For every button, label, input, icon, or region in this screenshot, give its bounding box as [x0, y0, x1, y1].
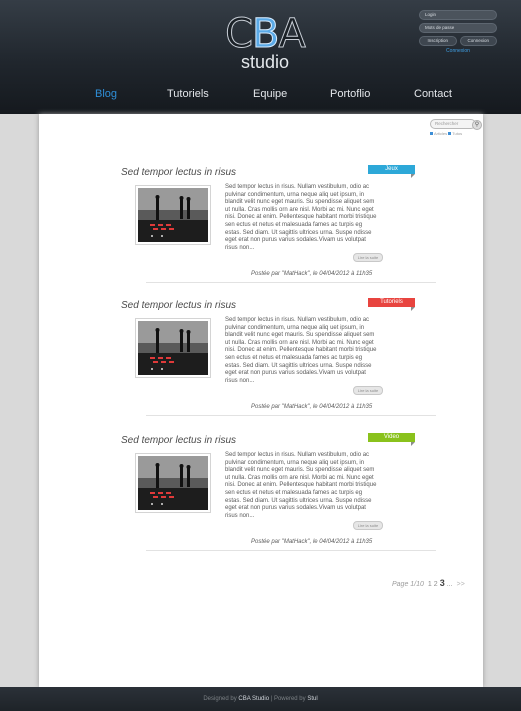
footer-brand-link[interactable]: CBA Studio — [238, 696, 269, 702]
post-category-tag[interactable]: Video — [368, 433, 415, 446]
search-input[interactable]: Rechercher — [430, 119, 476, 129]
post-image — [138, 188, 208, 242]
page-link[interactable]: 2 — [434, 581, 438, 588]
login-box: Login Mots de passe Inscription Connexio… — [419, 10, 497, 54]
post-category-tag[interactable]: Tutoriels — [368, 298, 415, 311]
nav-item-tutoriels[interactable]: Tutoriels — [167, 88, 209, 100]
site-footer: Designed by CBA Studio | Powered by Stul — [0, 687, 521, 711]
site-header: CBA studio Login Mots de passe Inscripti… — [0, 0, 521, 114]
password-field[interactable]: Mots de passe — [419, 23, 497, 33]
login-actions: Inscription Connexion — [419, 36, 497, 46]
post-category-tag[interactable]: Jeux — [368, 165, 415, 178]
register-button[interactable]: Inscription — [419, 36, 457, 46]
post-title[interactable]: Sed tempor lectus in risus — [121, 167, 236, 178]
search-box: Rechercher ⚲ Articles Tutos — [430, 119, 482, 136]
radio-icon[interactable] — [430, 132, 433, 136]
post-excerpt: Sed tempor lectus in risus. Nullam vesti… — [225, 452, 377, 519]
post-image — [138, 321, 208, 375]
post-excerpt: Sed tempor lectus in risus. Nullam vesti… — [225, 184, 377, 251]
search-options: Articles Tutos — [430, 131, 477, 136]
next-page-link[interactable]: >> — [457, 581, 465, 588]
nav-item-blog[interactable]: Blog — [95, 88, 117, 100]
search-option-tutos[interactable]: Tutos — [452, 131, 462, 136]
divider — [146, 415, 436, 416]
nav-item-equipe[interactable]: Equipe — [253, 88, 287, 100]
blog-post: Sed tempor lectus in risus Video Sed tem… — [121, 433, 436, 560]
post-title[interactable]: Sed tempor lectus in risus — [121, 435, 236, 446]
search-icon[interactable]: ⚲ — [472, 120, 482, 130]
radio-icon[interactable] — [448, 132, 452, 136]
connect-link[interactable]: Connexion — [419, 48, 497, 54]
nav-item-contact[interactable]: Contact — [414, 88, 452, 100]
page-link[interactable]: 1 — [428, 581, 432, 588]
logo-subtitle: studio — [240, 52, 290, 72]
blog-post: Sed tempor lectus in risus Tutoriels Sed… — [121, 298, 436, 425]
post-thumbnail[interactable] — [135, 318, 211, 378]
page-ellipsis: ... — [446, 581, 453, 588]
post-byline: Postée par "MatHack", le 04/04/2012 à 11… — [251, 404, 373, 410]
nav-item-portoflio[interactable]: Portoflio — [330, 88, 370, 100]
divider — [146, 282, 436, 283]
post-thumbnail[interactable] — [135, 185, 211, 245]
divider — [146, 550, 436, 551]
connect-button[interactable]: Connexion — [459, 36, 497, 46]
footer-text: Designed by — [203, 696, 239, 702]
read-more-button[interactable]: Lire la suite — [353, 253, 383, 262]
post-byline: Postée par "MatHack", le 04/04/2012 à 11… — [251, 539, 373, 545]
pagination: Page 1/10 1 2 3... >> — [392, 578, 465, 588]
site-logo[interactable]: CBA studio — [205, 14, 325, 76]
post-title[interactable]: Sed tempor lectus in risus — [121, 300, 236, 311]
read-more-button[interactable]: Lire la suite — [353, 386, 383, 395]
post-image — [138, 456, 208, 510]
content-area: Rechercher ⚲ Articles Tutos Sed tempor l… — [39, 114, 483, 687]
page-current: 3 — [439, 578, 445, 588]
footer-text: | Powered by — [269, 696, 308, 702]
page-count: Page 1/10 — [392, 581, 424, 588]
logo-mark: CBA — [225, 11, 307, 57]
blog-post: Sed tempor lectus in risus Jeux Sed temp… — [121, 165, 436, 292]
footer-engine-link[interactable]: Stul — [307, 696, 317, 702]
post-excerpt: Sed tempor lectus in risus. Nullam vesti… — [225, 317, 377, 384]
post-byline: Postée par "MatHack", le 04/04/2012 à 11… — [251, 271, 373, 277]
post-thumbnail[interactable] — [135, 453, 211, 513]
read-more-button[interactable]: Lire la suite — [353, 521, 383, 530]
search-option-articles[interactable]: Articles — [434, 131, 447, 136]
login-field[interactable]: Login — [419, 10, 497, 20]
main-nav: Blog Tutoriels Equipe Portoflio Contact — [0, 88, 521, 104]
